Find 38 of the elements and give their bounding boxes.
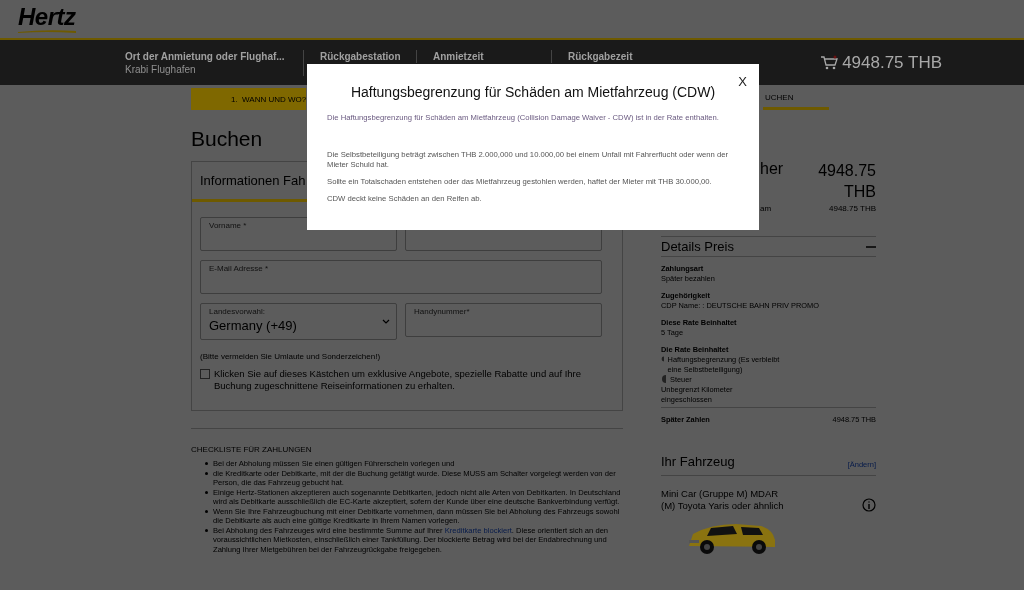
header-field-label: Ort der Anmietung oder Flughaf...	[125, 50, 285, 63]
header-field-label: Rückgabezeit	[568, 50, 633, 63]
modal-title: Haftungsbegrenzung für Schäden am Mietfahrzeug (CDW)	[349, 84, 717, 100]
bullet-icon	[205, 509, 208, 513]
step-tab[interactable]: 1. WANN UND WO?	[191, 88, 306, 110]
summary-note: am	[760, 204, 772, 213]
section-title: Details Preis	[661, 239, 734, 254]
bullet-icon	[205, 528, 208, 532]
newsletter-label: Klicken Sie auf dieses Kästchen um exklusive Angebote, spezielle Rabatte und auf Ihre Buchung zugeschnittene Reiseinformationen zu erhalten.	[214, 368, 583, 392]
page-title: Buchen	[191, 127, 264, 151]
country-code-select[interactable]: Landesvorwahl: Germany (+49)	[200, 303, 397, 340]
close-button[interactable]: X	[738, 74, 747, 89]
logo-swoosh-icon	[18, 29, 76, 33]
bullet-icon	[661, 355, 665, 363]
logo[interactable]: Hertz	[18, 5, 76, 29]
chevron-down-icon	[382, 319, 390, 324]
bullet-icon	[205, 490, 208, 494]
header-field-label: Rückgabestation	[320, 50, 401, 63]
cart-button[interactable]: 4948.75 THB	[820, 53, 942, 73]
info-icon[interactable]	[862, 498, 876, 512]
checkbox[interactable]	[200, 369, 210, 379]
bullet-icon	[205, 462, 208, 465]
car-class: Mini Car (Gruppe M) MDAR	[661, 488, 780, 500]
step-tab[interactable]: UCHEN	[763, 88, 829, 110]
cart-icon	[820, 55, 839, 71]
bullet-icon	[661, 375, 667, 383]
section-title: Ihr Fahrzeug	[661, 454, 735, 469]
header-field-label: Anmietzeit	[433, 50, 484, 63]
text-field[interactable]: E-Mail Adresse *	[200, 260, 602, 294]
text-field[interactable]: Handynummer*	[405, 303, 602, 337]
checklist-title: CHECKLISTE FÜR ZAHLUNGEN	[191, 445, 313, 454]
total-price: 4948.75 THB	[817, 161, 876, 202]
bullet-icon	[205, 471, 208, 475]
hint-text: (Bitte vermeiden Sie Umlaute und Sonderzeichen!)	[200, 352, 382, 361]
summary-title: her	[760, 160, 784, 178]
subtotal-price: 4948.75 THB	[829, 204, 876, 213]
header-field-value: Krabi Flughafen	[125, 63, 197, 76]
car-model: (M) Toyota Yaris oder ähnlich	[661, 500, 784, 512]
